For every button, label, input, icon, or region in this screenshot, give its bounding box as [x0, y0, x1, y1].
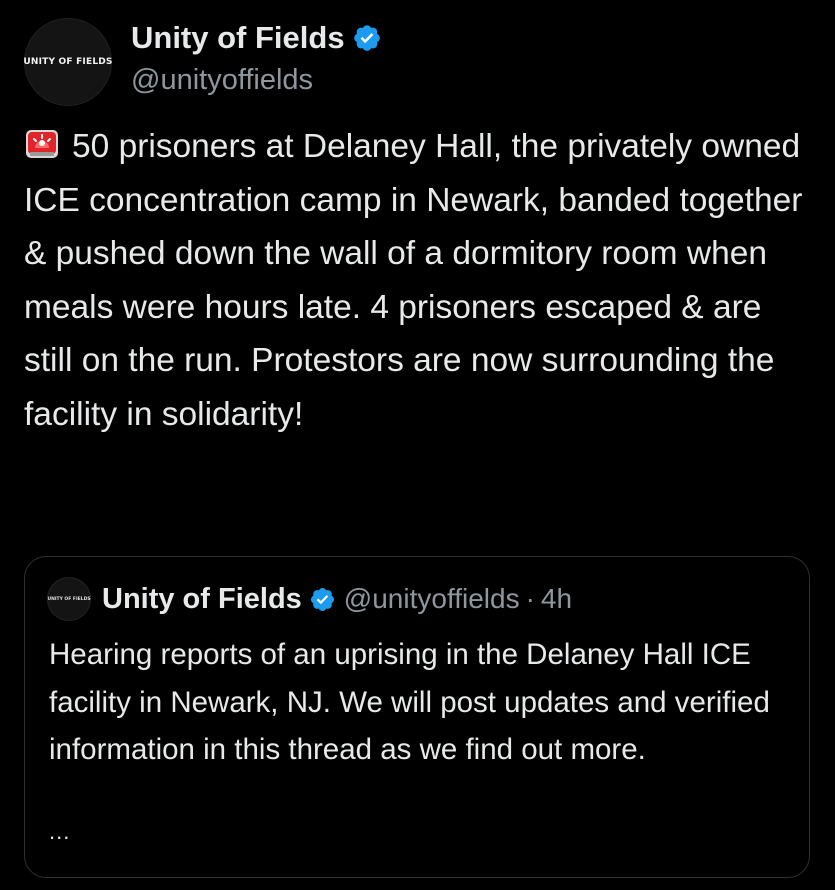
quoted-separator: · [525, 583, 535, 614]
tweet-card[interactable]: UNITY OF FIELDS Unity of Fields @unityof… [0, 0, 835, 890]
quoted-timestamp[interactable]: 4h [541, 583, 572, 615]
author-display-name[interactable]: Unity of Fields [131, 18, 345, 58]
tweet-text: 50 prisoners at Delaney Hall, the privat… [24, 128, 803, 433]
avatar-logo-text: UNITY OF FIELDS [23, 57, 113, 67]
quoted-tweet-header: UNITY OF FIELDS Unity of Fields @unityof… [47, 577, 572, 621]
author-name-row: Unity of Fields [131, 18, 382, 58]
tweet-header: UNITY OF FIELDS Unity of Fields @unityof… [23, 18, 784, 108]
quoted-more-ellipsis[interactable]: ... [49, 819, 70, 845]
quoted-avatar-logo-text: UNITY OF FIELDS [47, 596, 91, 602]
quoted-tweet[interactable]: UNITY OF FIELDS Unity of Fields @unityof… [24, 556, 810, 878]
quoted-author-name[interactable]: Unity of Fields [102, 583, 302, 616]
quoted-avatar[interactable]: UNITY OF FIELDS [47, 577, 91, 621]
quoted-tweet-text: Hearing reports of an uprising in the De… [49, 638, 770, 766]
quoted-author-handle[interactable]: @unityoffields [344, 583, 520, 615]
tweet-body: 50 prisoners at Delaney Hall, the privat… [24, 120, 814, 441]
quoted-verified-badge-icon [310, 587, 334, 611]
verified-badge-icon [353, 25, 380, 51]
siren-icon [26, 130, 58, 158]
avatar[interactable]: UNITY OF FIELDS [23, 18, 113, 106]
author-block: Unity of Fields @unityoffields [131, 18, 382, 100]
author-handle[interactable]: @unityoffields [131, 60, 382, 100]
